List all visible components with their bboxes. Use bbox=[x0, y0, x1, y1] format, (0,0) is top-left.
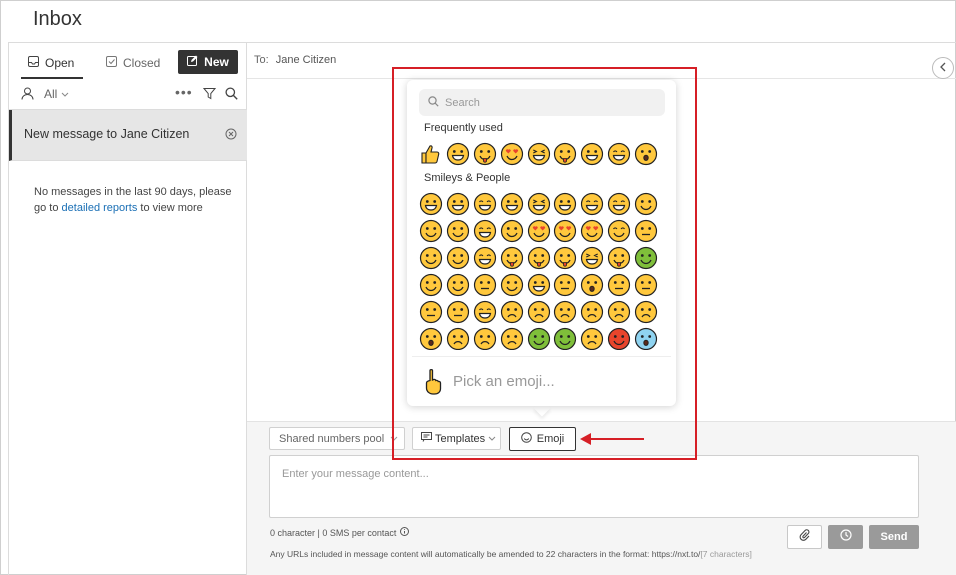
new-message-button[interactable]: New bbox=[178, 50, 238, 74]
recipient-row: To: Jane Citizen bbox=[254, 54, 336, 66]
search-icon[interactable] bbox=[225, 87, 238, 103]
message-placeholder: Enter your message content... bbox=[282, 468, 429, 480]
tab-closed-label: Closed bbox=[123, 56, 161, 70]
annotation-arrow bbox=[580, 432, 646, 451]
edit-icon bbox=[187, 55, 198, 69]
url-note: Any URLs included in message content wil… bbox=[270, 549, 752, 559]
shared-numbers-dropdown[interactable]: Shared numbers pool bbox=[269, 427, 405, 450]
collapse-panel-button[interactable] bbox=[932, 57, 954, 79]
filter-row: All ••• bbox=[21, 84, 241, 105]
conversation-sidebar: Open Closed New All ••• New message to J… bbox=[8, 43, 247, 575]
message-content-input[interactable]: Enter your message content... bbox=[269, 455, 919, 518]
character-counter: 0 character | 0 SMS per contact bbox=[270, 527, 410, 538]
send-button[interactable]: Send bbox=[869, 525, 919, 549]
user-icon[interactable] bbox=[21, 87, 34, 103]
attach-button[interactable] bbox=[787, 525, 822, 549]
conversation-item[interactable]: New message to Jane Citizen bbox=[9, 110, 247, 161]
annotation-highlight-box bbox=[392, 67, 697, 460]
shared-numbers-label: Shared numbers pool bbox=[279, 432, 385, 445]
url-note-text: Any URLs included in message content wil… bbox=[270, 549, 701, 559]
chevron-left-icon bbox=[939, 59, 947, 77]
more-options-icon[interactable]: ••• bbox=[175, 84, 193, 100]
assignee-filter-dropdown[interactable]: All bbox=[44, 87, 69, 101]
schedule-button[interactable] bbox=[828, 525, 863, 549]
empty-state-message: No messages in the last 90 days, please … bbox=[34, 184, 234, 216]
detailed-reports-link[interactable]: detailed reports bbox=[62, 202, 138, 214]
new-button-label: New bbox=[204, 55, 229, 69]
recipient-name[interactable]: Jane Citizen bbox=[276, 54, 337, 66]
url-note-suffix: [7 characters] bbox=[700, 549, 752, 559]
page-title: Inbox bbox=[33, 8, 82, 30]
conversation-title: New message to Jane Citizen bbox=[24, 127, 190, 141]
to-label: To: bbox=[254, 54, 269, 66]
tab-open-label: Open bbox=[45, 56, 75, 70]
close-conversation-icon[interactable] bbox=[225, 127, 237, 145]
chevron-down-icon bbox=[61, 87, 69, 101]
tab-closed[interactable]: Closed bbox=[106, 56, 160, 70]
empty-state-text-end: to view more bbox=[137, 202, 203, 214]
filter-icon[interactable] bbox=[202, 87, 217, 103]
clock-icon bbox=[839, 528, 852, 546]
info-icon[interactable] bbox=[400, 527, 410, 538]
tab-open[interactable]: Open bbox=[28, 56, 74, 70]
inbox-icon bbox=[28, 56, 39, 70]
counter-text: 0 character | 0 SMS per contact bbox=[270, 527, 397, 538]
active-tab-indicator bbox=[21, 77, 83, 79]
paperclip-icon bbox=[799, 528, 810, 546]
assignee-filter-label: All bbox=[44, 87, 58, 101]
checkbox-icon bbox=[106, 56, 117, 70]
